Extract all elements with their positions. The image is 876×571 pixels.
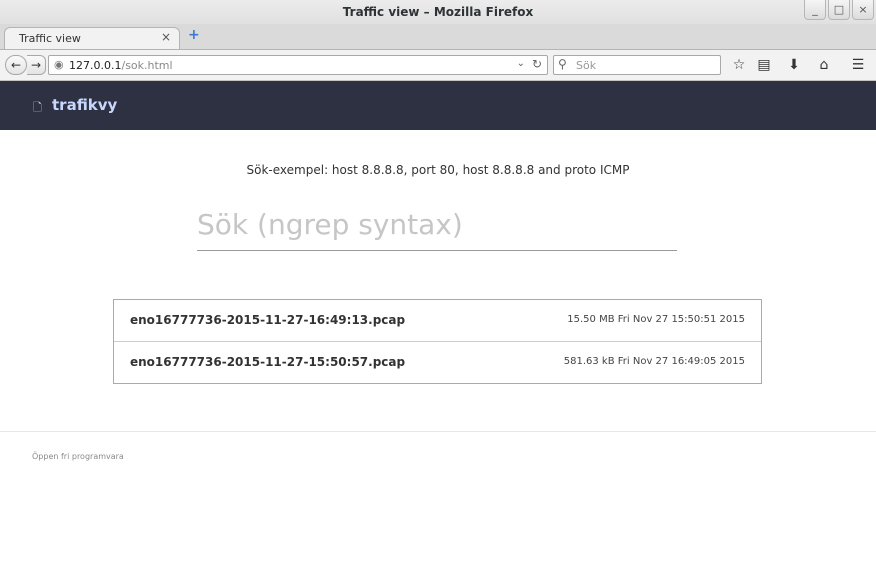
url-text: 127.0.0.1/sok.html — [69, 59, 173, 72]
new-tab-button[interactable]: + — [188, 27, 200, 43]
downloads-icon[interactable]: ⬇ — [784, 56, 804, 74]
forward-button[interactable]: → — [27, 55, 46, 75]
browser-search-input[interactable] — [574, 58, 718, 73]
url-bar[interactable]: ◉ 127.0.0.1/sok.html ⌄ ↻ — [48, 55, 548, 75]
back-button[interactable]: ← — [5, 55, 27, 75]
maximize-button[interactable]: □ — [828, 0, 850, 20]
url-path: /sok.html — [121, 59, 173, 72]
minimize-button[interactable]: _ — [804, 0, 826, 20]
tab-label: Traffic view — [19, 32, 81, 45]
home-icon[interactable]: ⌂ — [814, 56, 834, 74]
pcap-file-row[interactable]: eno16777736-2015-11-27-15:50:57.pcap 581… — [114, 342, 761, 383]
search-examples-hint: Sök-exempel: host 8.8.8.8, port 80, host… — [246, 163, 630, 177]
tab-traffic-view[interactable]: Traffic view × — [4, 27, 180, 49]
history-dropdown-icon[interactable]: ⌄ — [517, 58, 525, 69]
tab-strip: Traffic view × — [0, 24, 876, 50]
reload-icon[interactable]: ↻ — [532, 57, 542, 71]
close-window-button[interactable]: × — [852, 0, 874, 20]
pcap-file-meta: 581.63 kB Fri Nov 27 16:49:05 2015 — [563, 356, 745, 367]
window-titlebar: Traffic view – Mozilla Firefox _ □ × — [0, 0, 876, 24]
pcap-file-meta: 15.50 MB Fri Nov 27 15:50:51 2015 — [567, 314, 745, 325]
pcap-file-list: eno16777736-2015-11-27-16:49:13.pcap 15.… — [113, 299, 762, 384]
pcap-file-row[interactable]: eno16777736-2015-11-27-16:49:13.pcap 15.… — [114, 300, 761, 342]
document-icon: 🗋 — [33, 101, 42, 114]
window-title: Traffic view – Mozilla Firefox — [342, 5, 534, 19]
site-brand-link[interactable]: trafikvy — [52, 96, 117, 114]
search-icon: ⚲ — [558, 57, 567, 71]
url-host: 127.0.0.1 — [69, 59, 122, 72]
menu-icon[interactable]: ☰ — [848, 56, 868, 74]
pcap-file-name[interactable]: eno16777736-2015-11-27-16:49:13.pcap — [130, 313, 405, 327]
reading-list-icon[interactable]: ▤ — [754, 56, 774, 74]
footer-text: Öppen fri programvara — [32, 452, 124, 461]
tab-close-icon[interactable]: × — [161, 30, 171, 44]
browser-search-bar[interactable]: ⚲ — [553, 55, 721, 75]
site-identity-icon[interactable]: ◉ — [54, 58, 64, 71]
site-header: 🗋 trafikvy — [0, 81, 876, 130]
pcap-file-name[interactable]: eno16777736-2015-11-27-15:50:57.pcap — [130, 355, 405, 369]
window-controls: _ □ × — [802, 0, 874, 20]
ngrep-search-field[interactable] — [197, 202, 677, 251]
footer-divider — [0, 431, 876, 432]
bookmark-star-icon[interactable]: ☆ — [729, 56, 749, 74]
ngrep-search-input[interactable] — [197, 202, 677, 246]
